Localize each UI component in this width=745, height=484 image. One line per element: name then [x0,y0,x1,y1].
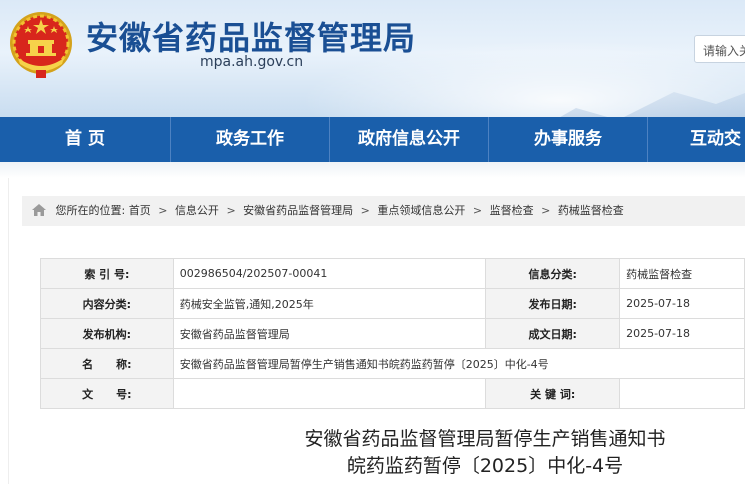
nav-item-interaction[interactable]: 互动交 [690,117,745,162]
document-info-table: 索 引 号: 002986504/202507-00041 信息分类: 药械监督… [40,258,745,409]
breadcrumb-item[interactable]: 首页 [129,204,151,217]
content-top-strip [0,162,745,178]
nav-item-services[interactable]: 办事服务 [489,117,647,162]
keywords-value [619,378,745,409]
table-row: 文 号: 关 键 词: [40,378,745,409]
breadcrumb-item[interactable]: 监督检查 [490,204,534,217]
national-emblem-icon[interactable] [8,10,74,80]
publish-date-label: 发布日期: [485,288,621,319]
keywords-label: 关 键 词: [485,378,621,409]
site-domain: mpa.ah.gov.cn [200,54,304,70]
nav-item-info-disclosure[interactable]: 政府信息公开 [330,117,488,162]
document-number-title: 皖药监药暂停〔2025〕中化-4号 [346,455,624,477]
site-header: 安徽省药品监督管理局 mpa.ah.gov.cn 请输入关 [0,0,745,117]
category-value: 药械监督检查 [619,258,745,289]
created-date-value: 2025-07-18 [619,318,745,349]
table-row: 发布机构: 安徽省药品监督管理局 成文日期: 2025-07-18 [40,318,745,349]
name-label: 名 称: [40,348,174,379]
breadcrumb-item[interactable]: 重点领域信息公开 [377,204,465,217]
table-row: 索 引 号: 002986504/202507-00041 信息分类: 药械监督… [40,258,745,289]
publish-date-value: 2025-07-18 [619,288,745,319]
content-category-label: 内容分类: [40,288,174,319]
breadcrumb-separator: > [472,204,483,217]
created-date-label: 成文日期: [485,318,621,349]
site-title[interactable]: 安徽省药品监督管理局 [86,20,416,56]
home-icon [32,204,46,216]
breadcrumb-prefix: 您所在的位置: [55,204,126,217]
main-nav: 首 页 政务工作 政府信息公开 办事服务 互动交 [0,117,745,162]
publisher-label: 发布机构: [40,318,174,349]
doc-number-value [172,378,487,409]
index-label: 索 引 号: [40,258,174,289]
breadcrumb: 您所在的位置: 首页 > 信息公开 > 安徽省药品监督管理局 > 重点领域信息公… [22,196,745,226]
name-value: 安徽省药品监督管理局暂停生产销售通知书皖药监药暂停〔2025〕中化-4号 [172,348,745,379]
category-label: 信息分类: [485,258,621,289]
nav-item-home[interactable]: 首 页 [0,117,170,162]
breadcrumb-item[interactable]: 药械监督检查 [558,204,624,217]
publisher-value: 安徽省药品监督管理局 [172,318,487,349]
table-row: 内容分类: 药械安全监管,通知,2025年 发布日期: 2025-07-18 [40,288,745,319]
nav-divider [647,117,648,162]
breadcrumb-separator: > [226,204,236,217]
breadcrumb-item[interactable]: 信息公开 [175,204,219,217]
breadcrumb-separator: > [360,204,370,217]
doc-number-label: 文 号: [40,378,174,409]
document-title: 安徽省药品监督管理局暂停生产销售通知书 [304,428,666,450]
breadcrumb-separator: > [541,204,551,217]
breadcrumb-item[interactable]: 安徽省药品监督管理局 [243,204,353,217]
index-value: 002986504/202507-00041 [172,258,487,289]
table-row: 名 称: 安徽省药品监督管理局暂停生产销售通知书皖药监药暂停〔2025〕中化-4… [40,348,745,379]
breadcrumb-separator: > [158,204,168,217]
content-category-value: 药械安全监管,通知,2025年 [172,288,487,319]
nav-item-government-work[interactable]: 政务工作 [171,117,329,162]
search-input[interactable]: 请输入关 [694,35,745,63]
